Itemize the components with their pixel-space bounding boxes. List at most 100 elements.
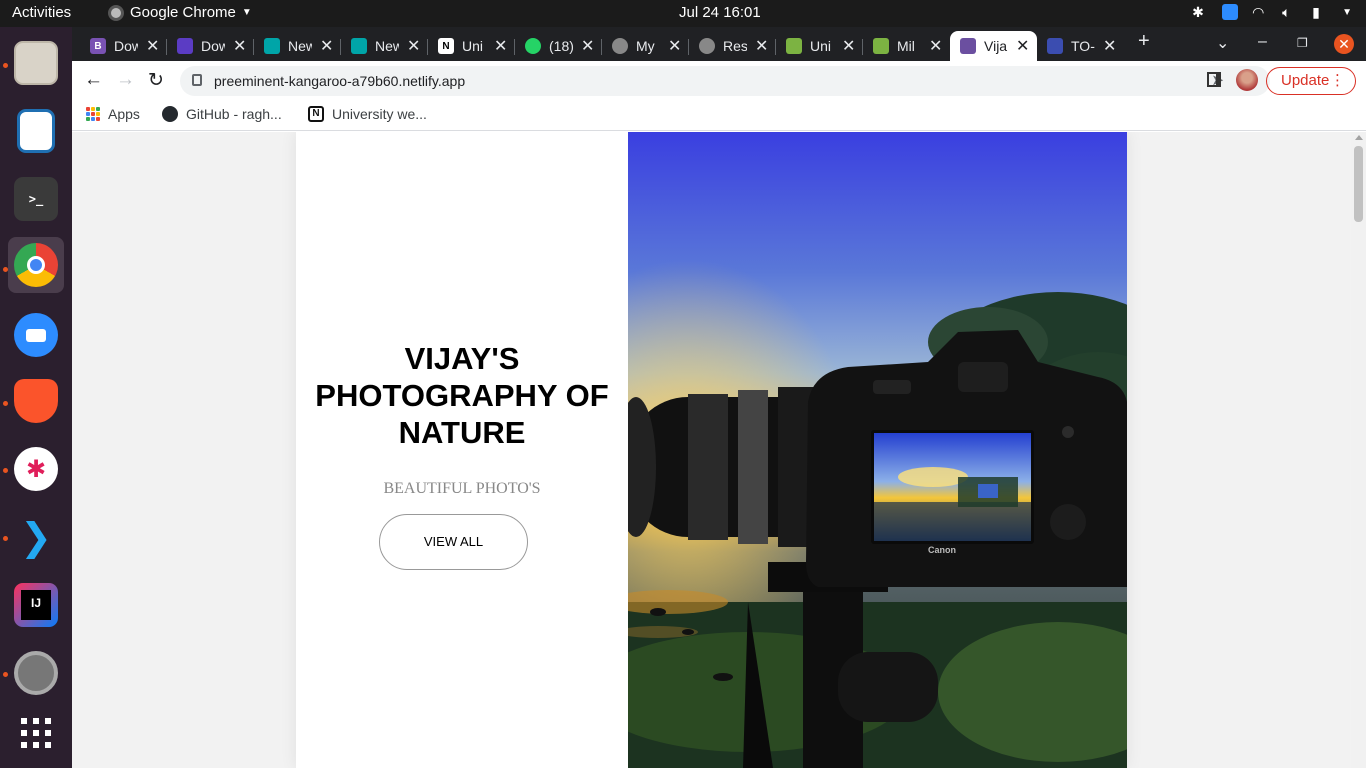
- tab-site[interactable]: Vija ✕: [950, 31, 1037, 61]
- update-label: Update: [1281, 72, 1330, 89]
- bootstrap-icon: B: [90, 38, 106, 54]
- scrollbar-thumb[interactable]: [1354, 146, 1363, 222]
- tab-title: Dow: [114, 38, 138, 54]
- chrome-window: B Dow ✕ Dow ✕ New ✕ New ✕ N Uni ✕ (18) ✕ My ✕ Res ✕ Uni ✕ Mi…: [72, 27, 1366, 768]
- clock[interactable]: Jul 24 16:01: [679, 4, 761, 21]
- tab-globe[interactable]: My ✕: [602, 31, 689, 61]
- tab-p-green[interactable]: Uni ✕: [776, 31, 863, 61]
- site-subtitle: BEAUTIFUL PHOTO'S: [383, 480, 541, 497]
- update-button[interactable]: Update ⋮: [1266, 67, 1356, 95]
- dock-files[interactable]: [8, 35, 64, 91]
- url-text[interactable]: preeminent-kangaroo-a79b60.netlify.app: [214, 73, 465, 89]
- chevron-down-icon[interactable]: ▼: [1342, 7, 1352, 18]
- zoom-icon: [14, 313, 58, 357]
- reload-button[interactable]: ↻: [148, 69, 164, 92]
- close-tab-icon[interactable]: ✕: [1016, 36, 1029, 56]
- dock-zoom[interactable]: [8, 307, 64, 363]
- close-tab-icon[interactable]: ✕: [1103, 36, 1116, 56]
- dock-libreoffice-impress[interactable]: [8, 103, 64, 159]
- dock-show-applications[interactable]: [8, 705, 64, 761]
- address-bar[interactable]: preeminent-kangaroo-a79b60.netlify.app ➤…: [180, 66, 1270, 96]
- p-green-icon: [786, 38, 802, 54]
- close-tab-icon[interactable]: ✕: [929, 36, 942, 56]
- tab-title: Dow: [201, 38, 225, 54]
- vertical-scrollbar[interactable]: [1351, 132, 1366, 768]
- more-menu-icon: ⋮: [1330, 72, 1345, 89]
- tab-title: New: [288, 38, 312, 54]
- site-icon: [960, 38, 976, 54]
- bookmark-label: GitHub - ragh...: [186, 106, 282, 122]
- title-line: NATURE: [398, 415, 526, 450]
- site-title: VIJAY'S PHOTOGRAPHY OF NATURE: [296, 340, 628, 451]
- system-tray[interactable]: ✱ ◠ 🔈︎ ▮ ▼: [1192, 4, 1352, 20]
- close-tab-icon[interactable]: ✕: [146, 36, 159, 56]
- battery-icon[interactable]: ▮: [1312, 4, 1328, 20]
- dock-intellij[interactable]: IJ: [8, 577, 64, 633]
- restore-window-icon[interactable]: ❐: [1297, 36, 1308, 50]
- tab-bootstrap[interactable]: B Dow ✕: [80, 31, 167, 61]
- slack-tray-icon[interactable]: ✱: [1192, 4, 1208, 20]
- slack-icon: ✱: [14, 447, 58, 491]
- side-panel-icon[interactable]: [1207, 72, 1221, 87]
- minimize-window-icon[interactable]: –: [1258, 33, 1267, 51]
- volume-icon[interactable]: 🔈︎: [1282, 4, 1298, 20]
- tab-title: Uni: [462, 38, 484, 54]
- close-tab-icon[interactable]: ✕: [668, 36, 681, 56]
- globe-icon: [699, 38, 715, 54]
- tab-notion[interactable]: N Uni ✕: [428, 31, 515, 61]
- close-tab-icon[interactable]: ✕: [581, 36, 594, 56]
- tab-search-chevron-icon[interactable]: ⌄: [1216, 33, 1229, 53]
- lock-icon[interactable]: [192, 74, 202, 86]
- caret-down-icon: ▼: [241, 7, 252, 18]
- chrome-icon: [108, 4, 124, 21]
- tab-title: Vija: [984, 38, 1008, 54]
- brave-icon: [14, 379, 58, 423]
- tab-mongodb-shield[interactable]: New ✕: [254, 31, 341, 61]
- tab-doc[interactable]: TO- ✕: [1037, 31, 1124, 61]
- bookmark-label: Apps: [108, 106, 140, 122]
- view-all-button[interactable]: VIEW ALL: [379, 514, 528, 570]
- apps-grid-icon: [21, 718, 51, 748]
- tab-globe[interactable]: Res ✕: [689, 31, 776, 61]
- wifi-icon[interactable]: ◠: [1252, 4, 1268, 20]
- bookmark-university[interactable]: N University we...: [308, 106, 427, 122]
- tab-p-green[interactable]: Mil ✕: [863, 31, 950, 61]
- close-tab-icon[interactable]: ✕: [755, 36, 768, 56]
- close-tab-icon[interactable]: ✕: [842, 36, 855, 56]
- app-menu-label: Google Chrome: [130, 4, 236, 21]
- tab-whatsapp[interactable]: (18) ✕: [515, 31, 602, 61]
- hero-section: VIJAY'S PHOTOGRAPHY OF NATURE BEAUTIFUL …: [296, 132, 1127, 768]
- tab-download[interactable]: Dow ✕: [167, 31, 254, 61]
- mongodb-shield-icon: [264, 38, 280, 54]
- dock-settings[interactable]: [8, 645, 64, 701]
- dock-terminal[interactable]: >_: [8, 171, 64, 227]
- app-menu[interactable]: Google Chrome ▼: [108, 4, 252, 21]
- tab-mongodb-shield[interactable]: New ✕: [341, 31, 428, 61]
- p-green-icon: [873, 38, 889, 54]
- close-tab-icon[interactable]: ✕: [407, 36, 420, 56]
- dock-chrome[interactable]: [8, 237, 64, 293]
- bookmarks-bar: Apps GitHub - ragh... N University we...: [72, 101, 1366, 131]
- close-tab-icon[interactable]: ✕: [233, 36, 246, 56]
- dock: >_ ✱ ❯ IJ: [0, 27, 72, 768]
- tab-strip: B Dow ✕ Dow ✕ New ✕ New ✕ N Uni ✕ (18) ✕ My ✕ Res ✕ Uni ✕ Mi…: [72, 27, 1366, 61]
- tab-title: My: [636, 38, 655, 54]
- scroll-up-arrow-icon[interactable]: [1355, 135, 1363, 140]
- dock-brave[interactable]: [8, 373, 64, 429]
- activities-button[interactable]: Activities: [12, 4, 71, 21]
- back-button[interactable]: ←: [84, 69, 103, 91]
- dock-vscode[interactable]: ❯: [8, 509, 64, 565]
- close-tab-icon[interactable]: ✕: [494, 36, 507, 56]
- close-window-icon[interactable]: ✕: [1334, 34, 1354, 54]
- zoom-tray-icon[interactable]: [1222, 4, 1239, 20]
- whatsapp-icon: [525, 38, 541, 54]
- profile-avatar[interactable]: [1236, 69, 1258, 91]
- close-tab-icon[interactable]: ✕: [320, 36, 333, 56]
- new-tab-plus-icon[interactable]: +: [1138, 30, 1150, 53]
- title-line: VIJAY'S: [404, 341, 520, 376]
- files-icon: [14, 41, 58, 85]
- forward-button[interactable]: →: [116, 69, 135, 91]
- bookmark-apps[interactable]: Apps: [86, 106, 140, 122]
- bookmark-github[interactable]: GitHub - ragh...: [162, 106, 282, 122]
- dock-slack[interactable]: ✱: [8, 441, 64, 497]
